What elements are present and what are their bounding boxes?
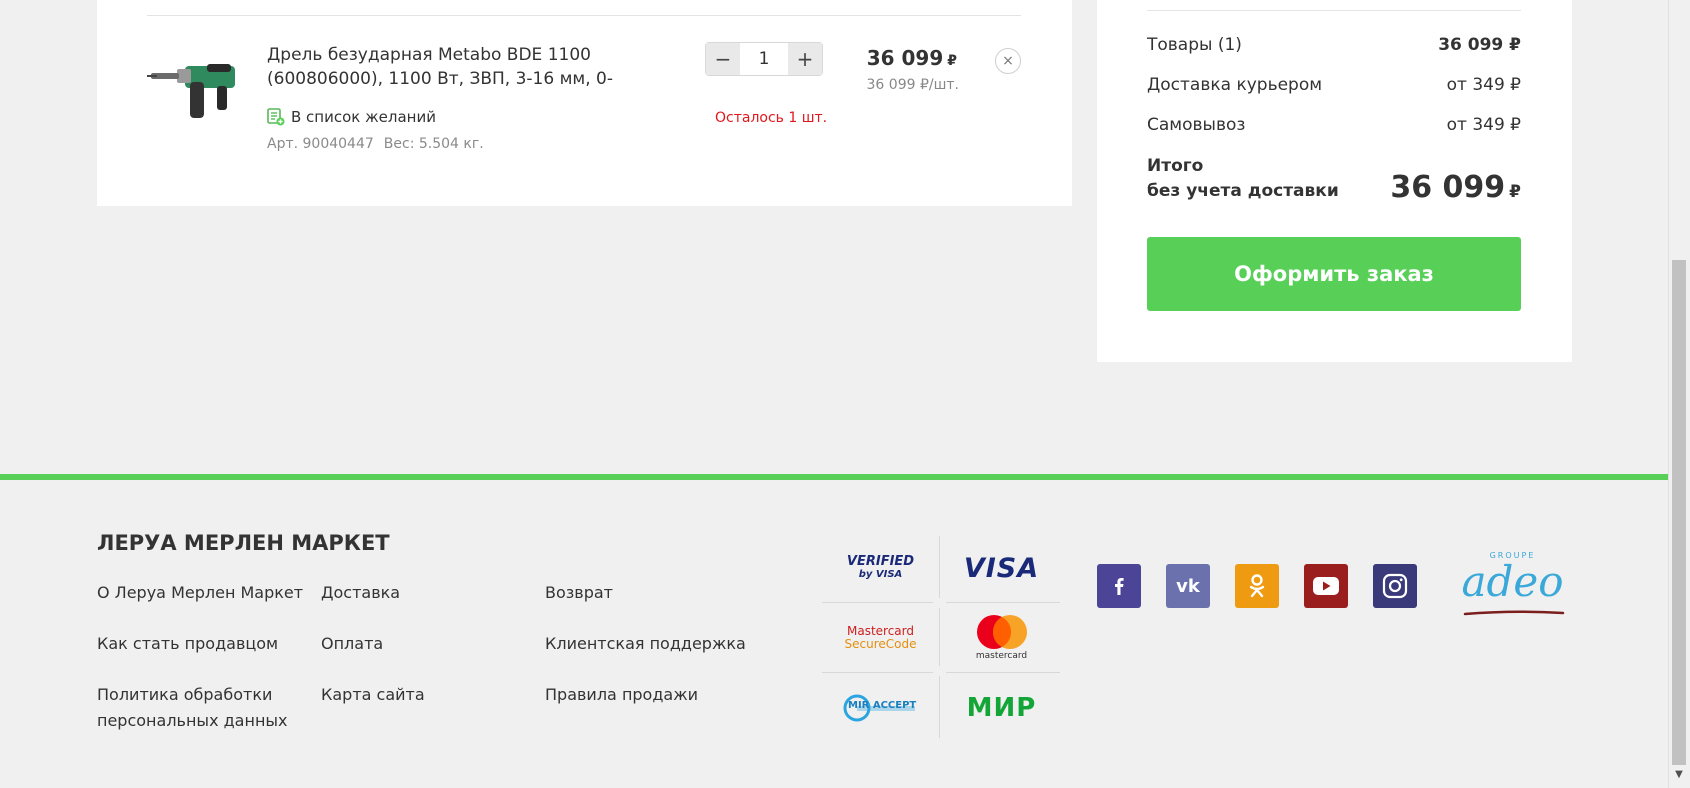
items-value: 36 099 ₽ [1438, 35, 1521, 55]
summary-pickup-row: Самовывоз от 349 ₽ [1147, 115, 1521, 135]
mastercard-circles-icon [976, 615, 1027, 649]
wishlist-icon [267, 108, 285, 126]
mir-accept-text: MIR ACCEPT [848, 700, 917, 711]
checkout-button[interactable]: Оформить заказ [1147, 237, 1521, 311]
visa-text: VISA [963, 552, 1040, 584]
summary-items-row: Товары (1) 36 099 ₽ [1147, 35, 1521, 55]
mastercard-logo: mastercard [943, 606, 1060, 670]
order-summary: Товары (1) 36 099 ₽ Доставка курьером от… [1097, 0, 1572, 362]
total-currency: ₽ [1509, 182, 1521, 202]
product-weight: Вес: 5.504 кг. [383, 136, 484, 152]
instagram-icon [1382, 573, 1408, 599]
courier-label: Доставка курьером [1147, 75, 1323, 95]
scrollbar-thumb[interactable] [1672, 260, 1686, 765]
odnoklassniki-link[interactable] [1235, 564, 1279, 608]
stock-left: Осталось 1 шт. [715, 110, 828, 126]
footer-link-sale-rules[interactable]: Правила продажи [545, 682, 698, 708]
footer-link-support[interactable]: Клиентская поддержка [545, 631, 746, 657]
total-label-line2: без учета доставки [1147, 181, 1339, 201]
total-label-line1: Итого [1147, 156, 1204, 176]
pickup-label: Самовывоз [1147, 115, 1246, 135]
mastercard-securecode-logo: Mastercard SecureCode [822, 606, 939, 670]
mir-text: МИР [966, 693, 1037, 723]
footer-link-become-seller[interactable]: Как стать продавцом [97, 631, 278, 657]
total-amount: 36 099 [1390, 170, 1506, 205]
close-icon: × [1002, 53, 1014, 69]
footer-link-privacy[interactable]: Политика обработки персональных данных [97, 682, 297, 734]
qty-minus-button[interactable]: − [706, 43, 740, 75]
verified-by-visa-logo: VERIFIED by VISA [822, 536, 939, 600]
quantity-input[interactable]: 1 [740, 43, 788, 75]
product-price: 36 099 ₽ [857, 46, 957, 70]
adeo-logo: GROUPE adeo [1455, 551, 1570, 621]
total-label: Итого без учета доставки [1147, 154, 1339, 204]
product-price-value: 36 099 [866, 46, 944, 70]
mir-logo: МИР [943, 676, 1060, 740]
quantity-stepper: − 1 + [705, 42, 823, 76]
footer-link-payment[interactable]: Оплата [321, 631, 383, 657]
footer-link-sitemap[interactable]: Карта сайта [321, 682, 425, 708]
footer-brand: ЛЕРУА МЕРЛЕН МАРКЕТ [97, 531, 390, 555]
wishlist-label: В список желаний [291, 108, 436, 126]
footer-divider [0, 474, 1668, 480]
visa-logo: VISA [943, 536, 1060, 600]
payment-logos: VERIFIED by VISA VISA Mastercard SecureC… [822, 536, 1060, 738]
vk-icon: vk [1176, 575, 1200, 597]
summary-courier-row: Доставка курьером от 349 ₽ [1147, 75, 1521, 95]
cart-card: Дрель безударная Metabo BDE 1100 (600806… [97, 0, 1072, 206]
product-image[interactable] [147, 52, 247, 124]
verified-visa-line1: VERIFIED [846, 554, 915, 569]
footer-link-returns[interactable]: Возврат [545, 580, 613, 606]
youtube-link[interactable] [1304, 564, 1348, 608]
mastercard-text: mastercard [975, 651, 1028, 661]
mir-accept-logo: MIR ACCEPT [822, 676, 939, 740]
instagram-link[interactable] [1373, 564, 1417, 608]
items-label: Товары (1) [1147, 35, 1242, 55]
adeo-underline-icon [1463, 610, 1565, 616]
divider [1147, 10, 1521, 11]
courier-value: от 349 ₽ [1446, 75, 1521, 95]
adeo-text: adeo [1461, 557, 1564, 606]
remove-item-button[interactable]: × [995, 48, 1021, 74]
footer-link-delivery[interactable]: Доставка [321, 580, 400, 606]
product-title[interactable]: Дрель безударная Metabo BDE 1100 (600806… [267, 43, 657, 91]
vk-link[interactable]: vk [1166, 564, 1210, 608]
currency: ₽ [947, 53, 957, 69]
product-meta: Арт. 90040447 Вес: 5.504 кг. [267, 136, 484, 152]
footer-link-about[interactable]: О Леруа Мерлен Маркет [97, 580, 303, 606]
scroll-down-arrow-icon[interactable]: ▼ [1672, 768, 1686, 782]
youtube-icon [1313, 577, 1339, 595]
facebook-icon [1115, 578, 1124, 595]
pickup-value: от 349 ₽ [1446, 115, 1521, 135]
article-number: Арт. 90040447 [267, 136, 374, 152]
divider [147, 15, 1021, 16]
mc-secure-line2: SecureCode [844, 637, 917, 651]
odnoklassniki-icon [1249, 574, 1265, 598]
facebook-link[interactable] [1097, 564, 1141, 608]
wishlist-button[interactable]: В список желаний [267, 108, 436, 126]
total-value: 36 099 ₽ [1347, 170, 1521, 205]
qty-plus-button[interactable]: + [788, 43, 822, 75]
unit-price: 36 099 ₽/шт. [866, 77, 959, 93]
verified-visa-line2: by VISA [858, 569, 903, 580]
